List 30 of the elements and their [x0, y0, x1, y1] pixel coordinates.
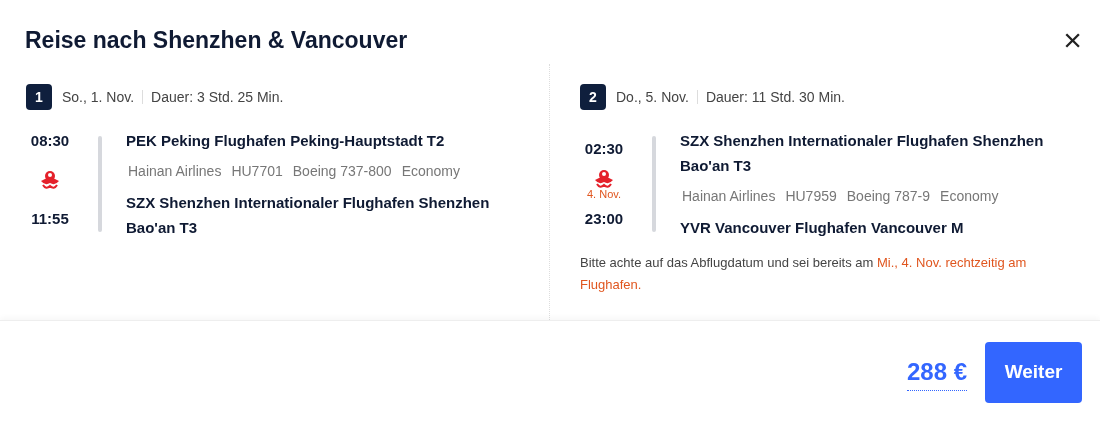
- departure-time: 02:30: [584, 139, 624, 159]
- flight-detail: Hainan Airlines: [682, 187, 776, 206]
- flight-detail: HU7701: [231, 162, 283, 181]
- date-change-note: 4. Nov.: [587, 188, 621, 200]
- close-button[interactable]: ×: [1063, 24, 1082, 56]
- arrival-time: 11:55: [31, 208, 69, 229]
- flight-detail: Economy: [940, 187, 999, 206]
- airline-logo-icon: [593, 168, 615, 189]
- dialog-title: Reise nach Shenzhen & Vancouver: [25, 25, 408, 55]
- leg-date: So., 1. Nov.: [62, 87, 135, 107]
- leg-duration: Dauer: 11 Std. 30 Min.: [705, 87, 845, 107]
- arrival-time: 23:00: [584, 208, 624, 229]
- leg-number-badge: 1: [26, 84, 52, 110]
- arrival-airport: SZX Shenzhen Internationaler Flughafen Shenzhen Bao'an T3: [126, 193, 491, 238]
- flight-detail: Economy: [401, 162, 460, 181]
- arrival-airport: YVR Vancouver Flughafen Vancouver M: [680, 218, 965, 238]
- flight-detail: Hainan Airlines: [128, 162, 222, 181]
- flight-detail: HU7959: [785, 187, 837, 206]
- departure-time: 08:30: [30, 131, 70, 151]
- leg-duration: Dauer: 3 Std. 25 Min.: [151, 87, 284, 107]
- airline-logo-icon: [39, 170, 61, 190]
- flight-detail: Boeing 787-9: [846, 187, 931, 206]
- departure-airport: PEK Peking Flughafen Peking-Hauptstadt T2: [126, 131, 446, 151]
- price-total: 288 €: [906, 354, 967, 391]
- departure-airport: SZX Shenzhen Internationaler Flughafen Shenzhen Bao'an T3: [680, 131, 1045, 176]
- notice-text: Bitte achte auf das Abflugdatum und sei bereits am Mi., 4. Nov. rechtzeitig am Flughafen.: [580, 254, 1028, 294]
- continue-button[interactable]: Weiter: [985, 342, 1082, 403]
- leg-number-badge: 2: [580, 84, 606, 110]
- flight-detail: Boeing 737-800: [292, 162, 392, 181]
- leg-date: Do., 5. Nov.: [616, 87, 689, 107]
